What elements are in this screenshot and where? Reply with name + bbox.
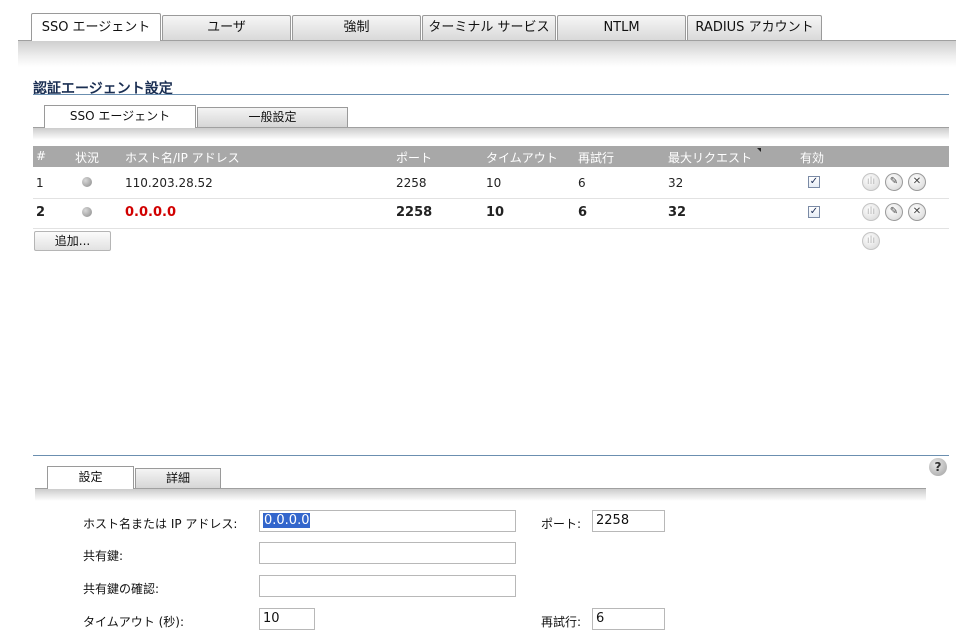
row-timeout: 10 <box>486 176 502 190</box>
col-port[interactable]: ポート <box>396 149 432 166</box>
help-icon[interactable]: ? <box>929 458 947 476</box>
delete-icon[interactable]: ✕ <box>908 173 926 191</box>
retries-field[interactable]: 6 <box>592 608 665 630</box>
subtab-sso-agent[interactable]: SSO エージェント <box>44 105 196 128</box>
timeout-label: タイムアウト (秒): <box>83 615 184 629</box>
col-timeout[interactable]: タイムアウト <box>486 149 558 166</box>
statistics-icon[interactable]: ılı <box>862 203 880 221</box>
port-field[interactable]: 2258 <box>592 510 665 532</box>
edit-icon[interactable]: ✎ <box>885 173 903 191</box>
row-max-requests: 32 <box>668 205 687 220</box>
section-divider <box>33 94 949 95</box>
detail-tab-settings[interactable]: 設定 <box>47 466 134 489</box>
tab-ntlm[interactable]: NTLM <box>557 15 686 40</box>
agent-table-header: # 状況 ホスト名/IP アドレス ポート タイムアウト 再試行 最大リクエスト… <box>33 146 949 167</box>
statistics-all-icon[interactable]: ılı <box>862 232 880 250</box>
edit-icon[interactable]: ✎ <box>885 203 903 221</box>
enabled-checkbox[interactable]: ✓ <box>808 206 820 218</box>
timeout-field[interactable]: 10 <box>259 608 315 630</box>
sort-indicator-icon <box>757 148 761 152</box>
subtab-strip <box>33 127 949 140</box>
table-row[interactable]: 2 0.0.0.0 2258 10 6 32 ✓ ılı ✎ ✕ <box>33 198 949 229</box>
detail-divider <box>33 455 949 456</box>
col-status[interactable]: 状況 <box>75 149 99 166</box>
row-max-requests: 32 <box>668 176 684 190</box>
row-retries: 6 <box>578 205 588 220</box>
statistics-icon[interactable]: ılı <box>862 173 880 191</box>
host-value: 0.0.0.0 <box>263 513 311 528</box>
tab-sso-agent[interactable]: SSO エージェント <box>31 13 161 41</box>
confirm-key-label: 共有鍵の確認: <box>83 582 160 596</box>
col-max-requests[interactable]: 最大リクエスト <box>668 149 752 166</box>
tab-enforcement[interactable]: 強制 <box>292 15 421 40</box>
enabled-checkbox[interactable]: ✓ <box>808 176 820 188</box>
status-indicator-icon <box>82 207 92 217</box>
col-enabled[interactable]: 有効 <box>800 149 824 166</box>
port-label: ポート: <box>541 517 582 531</box>
confirm-key-field[interactable] <box>259 575 516 597</box>
row-timeout: 10 <box>486 205 505 220</box>
host-label: ホスト名または IP アドレス: <box>83 517 238 531</box>
tab-terminal-services[interactable]: ターミナル サービス <box>422 15 556 40</box>
tab-radius-accounting[interactable]: RADIUS アカウント <box>687 15 822 40</box>
status-indicator-icon <box>82 177 92 187</box>
subtab-general-settings[interactable]: 一般設定 <box>197 107 348 127</box>
host-field[interactable]: 0.0.0.0 <box>259 510 516 532</box>
row-num: 1 <box>36 176 44 190</box>
delete-icon[interactable]: ✕ <box>908 203 926 221</box>
col-num[interactable]: # <box>36 149 46 163</box>
row-port: 2258 <box>396 205 433 220</box>
shared-key-field[interactable] <box>259 542 516 564</box>
col-retries[interactable]: 再試行 <box>578 149 614 166</box>
section-title: 認証エージェント設定 <box>33 81 173 97</box>
row-host: 110.203.28.52 <box>125 176 213 190</box>
add-agent-button[interactable]: 追加... <box>34 231 111 251</box>
row-port: 2258 <box>396 176 427 190</box>
row-host: 0.0.0.0 <box>125 205 176 220</box>
detail-tab-strip <box>35 488 926 501</box>
shared-key-label: 共有鍵: <box>83 549 124 563</box>
detail-tab-advanced[interactable]: 詳細 <box>135 468 221 488</box>
row-num: 2 <box>36 205 46 220</box>
col-host[interactable]: ホスト名/IP アドレス <box>125 149 240 166</box>
tab-strip <box>18 40 956 67</box>
retries-label: 再試行: <box>541 615 582 629</box>
tab-users[interactable]: ユーザ <box>162 15 291 40</box>
table-row[interactable]: 1 110.203.28.52 2258 10 6 32 ✓ ılı ✎ ✕ <box>33 168 949 199</box>
row-retries: 6 <box>578 176 586 190</box>
